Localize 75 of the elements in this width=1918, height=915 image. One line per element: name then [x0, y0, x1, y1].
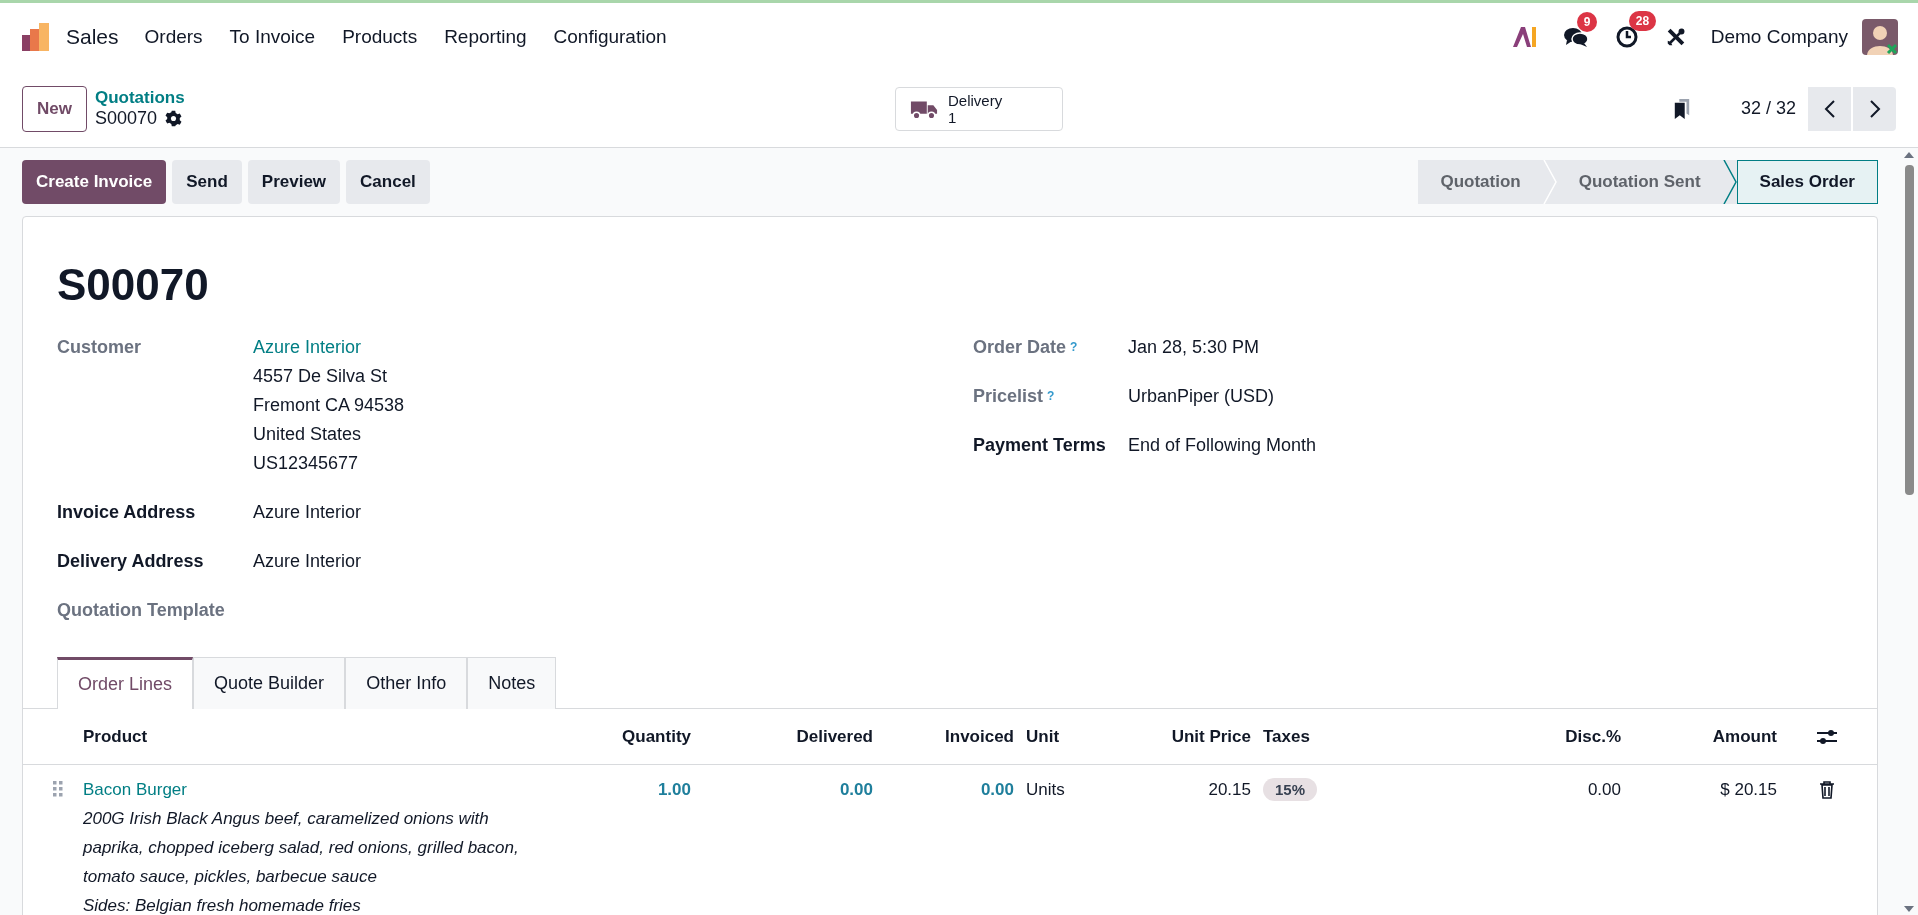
table-cell: 20.15 — [1208, 780, 1251, 799]
status-step[interactable]: Quotation — [1418, 160, 1543, 204]
status-step[interactable]: Quotation Sent — [1556, 160, 1723, 204]
field-value: Azure Interior — [253, 501, 362, 524]
smart-button-count: 1 — [947, 108, 957, 126]
tab[interactable]: Quote Builder — [193, 657, 346, 709]
record-title: S00070 — [56, 259, 210, 311]
gear-icon[interactable] — [165, 110, 183, 127]
tax-tag: 15% — [1263, 778, 1318, 801]
table-cell: 0.00 — [980, 780, 1014, 799]
field-label: Invoice Address — [57, 501, 197, 524]
avatar-icon[interactable] — [1862, 18, 1898, 55]
clock-icon[interactable] — [1614, 24, 1639, 49]
action-button[interactable]: Cancel — [346, 160, 430, 204]
field-value: End of Following Month — [1128, 434, 1317, 457]
next-button[interactable] — [1853, 86, 1896, 131]
new-button[interactable]: New — [22, 85, 87, 132]
table-cell: 1.00 — [657, 780, 691, 799]
action-button[interactable]: Preview — [247, 160, 341, 204]
column-header: Quantity — [622, 726, 691, 747]
record-name: S00070 — [94, 108, 158, 129]
count-badge: 28 — [1628, 10, 1657, 31]
menu-item[interactable]: Products — [342, 25, 418, 48]
ai-icon[interactable] — [1510, 24, 1537, 49]
menu-item[interactable]: Orders — [144, 25, 203, 48]
count-badge: 9 — [1576, 11, 1598, 32]
field-label: Quotation Template — [57, 599, 226, 622]
app-name[interactable]: Sales — [66, 24, 119, 49]
customer-link[interactable]: Azure Interior — [253, 337, 362, 357]
drag-handle-icon[interactable] — [53, 781, 63, 797]
column-header: Amount — [1712, 726, 1777, 747]
app-logo-icon[interactable] — [20, 20, 52, 53]
menu-item[interactable]: Configuration — [553, 25, 667, 48]
product-link[interactable]: Bacon Burger — [83, 780, 187, 799]
table-cell: $ 20.15 — [1720, 780, 1777, 799]
action-button[interactable]: Send — [172, 160, 242, 204]
table-cell: 0.00 — [1587, 780, 1621, 799]
column-header: Disc.% — [1565, 726, 1621, 747]
field-label: Delivery Address — [57, 550, 205, 573]
action-button[interactable]: Create Invoice — [22, 160, 167, 204]
field-value: United States — [253, 423, 363, 446]
field-label: Payment Terms — [973, 434, 1107, 457]
product-description: 200G Irish Black Angus beef, caramelized onions with paprika, chopped iceberg salad, red onions, grilled bacon, tomato sauce, pickles, barbecue sauce Sides: Belgian fresh homemade fries — [83, 808, 520, 915]
bookmark-icon[interactable] — [1672, 97, 1691, 120]
field-value: US12345677 — [253, 452, 360, 475]
column-header: Delivered — [796, 726, 873, 747]
status-step[interactable]: Sales Order — [1736, 160, 1878, 204]
column-header: Product — [83, 726, 148, 747]
field-value: UrbanPiper (USD) — [1128, 385, 1275, 408]
field-value: Fremont CA 94538 — [253, 394, 405, 417]
delivery-smart-button[interactable]: Delivery 1 — [894, 86, 1064, 131]
table-cell: Units — [1026, 780, 1065, 799]
pager-value: 32 / 32 — [1740, 98, 1796, 119]
column-header: Unit — [1026, 726, 1060, 747]
chevron-left-icon — [1823, 98, 1836, 119]
breadcrumb-link[interactable]: Quotations — [94, 88, 895, 108]
column-header: Invoiced — [945, 726, 1014, 747]
table-cell: 0.00 — [839, 780, 873, 799]
field-value: Azure Interior — [253, 550, 362, 573]
trash-icon[interactable] — [1819, 781, 1835, 799]
menu-item[interactable]: To Invoice — [229, 25, 316, 48]
tab[interactable]: Order Lines — [57, 657, 194, 709]
chevron-right-icon — [1868, 98, 1881, 119]
tab[interactable]: Notes — [467, 657, 557, 709]
company-name[interactable]: Demo Company — [1710, 25, 1848, 48]
previous-button[interactable] — [1808, 86, 1851, 131]
column-header: Taxes — [1263, 726, 1310, 747]
field-label: Customer — [57, 336, 142, 359]
field-value: Jan 28, 5:30 PM — [1128, 336, 1260, 359]
field-value: 4557 De Silva St — [253, 365, 389, 388]
smart-button-label: Delivery — [947, 91, 1003, 109]
tab[interactable]: Other Info — [345, 657, 468, 709]
chat-icon[interactable] — [1562, 25, 1589, 48]
menu-item[interactable]: Reporting — [444, 25, 527, 48]
column-header: Unit Price — [1171, 726, 1251, 747]
